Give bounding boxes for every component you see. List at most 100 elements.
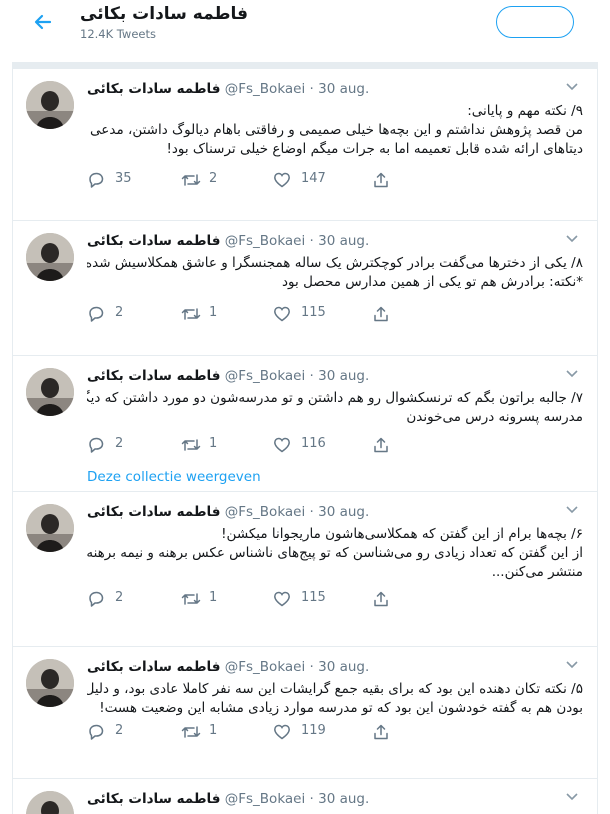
author-name[interactable]: فاطمه سادات بکائی <box>87 233 220 249</box>
tweet-actions: 35 2 147 <box>87 170 407 190</box>
avatar[interactable] <box>26 504 74 552</box>
avatar-image <box>26 659 74 707</box>
author-handle[interactable]: @Fs_Bokaei <box>225 791 305 807</box>
like-count: 115 <box>301 305 326 320</box>
tweet-actions: 2 1 119 <box>87 722 407 742</box>
like-count: 116 <box>301 436 326 451</box>
back-button[interactable] <box>30 9 56 35</box>
retweet-count: 2 <box>209 171 218 186</box>
tweet-byline: فاطمه سادات بکائی @Fs_Bokaei · 30 aug. <box>87 791 369 807</box>
avatar-image <box>26 233 74 281</box>
author-handle[interactable]: @Fs_Bokaei <box>225 81 305 97</box>
avatar[interactable] <box>26 368 74 416</box>
retweet-icon <box>181 308 201 320</box>
heart-icon <box>274 437 290 453</box>
retweet-icon <box>181 593 201 605</box>
heart-icon <box>274 724 290 740</box>
tweet-date[interactable]: · 30 aug. <box>310 791 370 807</box>
reply-count: 2 <box>115 723 124 738</box>
tweet-timeline: فاطمه سادات بکائی @Fs_Bokaei · 30 aug. ۹… <box>12 69 598 814</box>
avatar-image <box>26 368 74 416</box>
heart-icon <box>274 591 290 607</box>
tweet-text: ۷/ جالبه براتون بگم که ترنسکشوال رو هم د… <box>87 389 583 427</box>
tweet-text-line: ۷/ جالبه براتون بگم که ترنسکشوال رو هم د… <box>87 390 583 406</box>
tweet[interactable]: فاطمه سادات بکائی @Fs_Bokaei · 30 aug. <box>13 779 597 814</box>
avatar[interactable] <box>26 233 74 281</box>
tweet-text-line: مدرسه پسرونه درس می‌خوندن <box>406 409 583 425</box>
author-handle[interactable]: @Fs_Bokaei <box>225 233 305 249</box>
tweet-date[interactable]: · 30 aug. <box>310 368 370 384</box>
retweet-icon <box>181 174 201 186</box>
reply-count: 2 <box>115 436 124 451</box>
tweet[interactable]: فاطمه سادات بکائی @Fs_Bokaei · 30 aug. ۹… <box>13 69 597 221</box>
tweet-text-line: از این گفتن که تعداد زیادی رو می‌شناسن ک… <box>87 545 583 561</box>
retweet-count: 1 <box>209 590 218 605</box>
tweet-text-line: من قصد پژوهش نداشتم و این بچه‌ها خیلی صم… <box>87 122 583 138</box>
tweet-text-line: *نکته: برادرش هم تو یکی از همین مدارس مح… <box>282 274 583 290</box>
reply-icon <box>89 172 104 188</box>
share-icon <box>374 437 388 453</box>
retweet-icon <box>181 726 201 738</box>
chevron-down-icon[interactable] <box>566 506 578 514</box>
tweet-byline: فاطمه سادات بکائی @Fs_Bokaei · 30 aug. <box>87 368 369 384</box>
heart-icon <box>274 172 290 188</box>
author-handle[interactable]: @Fs_Bokaei <box>225 368 305 384</box>
chevron-down-icon[interactable] <box>566 661 578 669</box>
avatar[interactable] <box>26 659 74 707</box>
reply-icon <box>89 306 104 322</box>
author-name[interactable]: فاطمه سادات بکائی <box>87 368 220 384</box>
tweet-date[interactable]: · 30 aug. <box>310 659 370 675</box>
tweet[interactable]: فاطمه سادات بکائی @Fs_Bokaei · 30 aug. ۶… <box>13 492 597 647</box>
tweet-date[interactable]: · 30 aug. <box>310 81 370 97</box>
avatar-image <box>26 81 74 129</box>
author-handle[interactable]: @Fs_Bokaei <box>225 504 305 520</box>
tweet[interactable]: فاطمه سادات بکائی @Fs_Bokaei · 30 aug. ۷… <box>13 356 597 492</box>
retweet-count: 1 <box>209 305 218 320</box>
heart-icon <box>274 306 290 322</box>
chevron-down-icon[interactable] <box>566 370 578 378</box>
avatar-image <box>26 504 74 552</box>
view-collection-link[interactable]: Deze collectie weergeven <box>87 469 261 485</box>
chevron-down-icon[interactable] <box>566 793 578 801</box>
retweet-count: 1 <box>209 723 218 738</box>
chevron-down-icon[interactable] <box>566 83 578 91</box>
avatar[interactable] <box>26 81 74 129</box>
author-name[interactable]: فاطمه سادات بکائی <box>87 504 220 520</box>
tweet-text: ۹/ نکته مهم و پایانی: من قصد پژوهش نداشت… <box>87 102 583 159</box>
author-name[interactable]: فاطمه سادات بکائی <box>87 791 220 807</box>
like-count: 119 <box>301 723 326 738</box>
tweet-count: 12.4K Tweets <box>80 27 156 41</box>
chevron-down-icon[interactable] <box>566 235 578 243</box>
tweet-text-line: منتشر می‌کنن... <box>491 564 583 580</box>
header-divider <box>12 62 598 69</box>
tweet-text-line: دیتاهای ارائه شده قابل تعمیمه اما به جرا… <box>166 141 583 157</box>
tweet-byline: فاطمه سادات بکائی @Fs_Bokaei · 30 aug. <box>87 504 369 520</box>
reply-icon <box>89 724 104 740</box>
like-count: 115 <box>301 590 326 605</box>
reply-icon <box>89 591 104 607</box>
share-icon <box>374 724 388 740</box>
avatar[interactable] <box>26 791 74 814</box>
profile-name: فاطمه سادات بکائی <box>80 4 249 24</box>
tweet-actions: 2 1 115 <box>87 589 407 609</box>
follow-button[interactable] <box>496 6 574 38</box>
arrow-left-icon <box>34 14 52 30</box>
tweet-text-line: ۶/ بچه‌ها برام از این گفتن که همکلاسی‌ها… <box>221 526 583 542</box>
profile-header: فاطمه سادات بکائی 12.4K Tweets <box>0 0 610 62</box>
tweet-date[interactable]: · 30 aug. <box>310 504 370 520</box>
author-name[interactable]: فاطمه سادات بکائی <box>87 659 220 675</box>
share-icon <box>374 306 388 322</box>
avatar-image <box>26 791 74 814</box>
author-handle[interactable]: @Fs_Bokaei <box>225 659 305 675</box>
tweet-text: ۸/ یکی از دخترها می‌گفت برادر کوچکترش یک… <box>87 254 583 292</box>
reply-count: 2 <box>115 305 124 320</box>
reply-icon <box>89 437 104 453</box>
tweet-text-line: ۵/ نکته تکان دهنده این بود که برای بقیه … <box>87 681 583 697</box>
tweet-byline: فاطمه سادات بکائی @Fs_Bokaei · 30 aug. <box>87 659 369 675</box>
tweet-actions: 2 1 115 <box>87 304 407 324</box>
tweet-date[interactable]: · 30 aug. <box>310 233 370 249</box>
tweet[interactable]: فاطمه سادات بکائی @Fs_Bokaei · 30 aug. ۵… <box>13 647 597 779</box>
share-icon <box>374 172 388 188</box>
tweet[interactable]: فاطمه سادات بکائی @Fs_Bokaei · 30 aug. ۸… <box>13 221 597 356</box>
author-name[interactable]: فاطمه سادات بکائی <box>87 81 220 97</box>
